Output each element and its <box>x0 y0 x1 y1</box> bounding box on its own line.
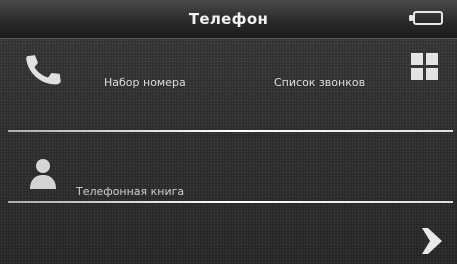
phone-menu-screen: Телефон Набор номера Список звонков Теле… <box>0 0 457 264</box>
battery-icon <box>409 11 443 25</box>
header-bar: Телефон <box>0 0 457 39</box>
menu-row-2 <box>0 132 457 202</box>
menu-row-1 <box>0 39 457 131</box>
next-arrow-icon[interactable] <box>420 226 444 256</box>
menu-row-3 <box>0 203 457 264</box>
page-title: Телефон <box>188 10 269 28</box>
divider <box>8 201 453 203</box>
divider <box>8 130 453 132</box>
